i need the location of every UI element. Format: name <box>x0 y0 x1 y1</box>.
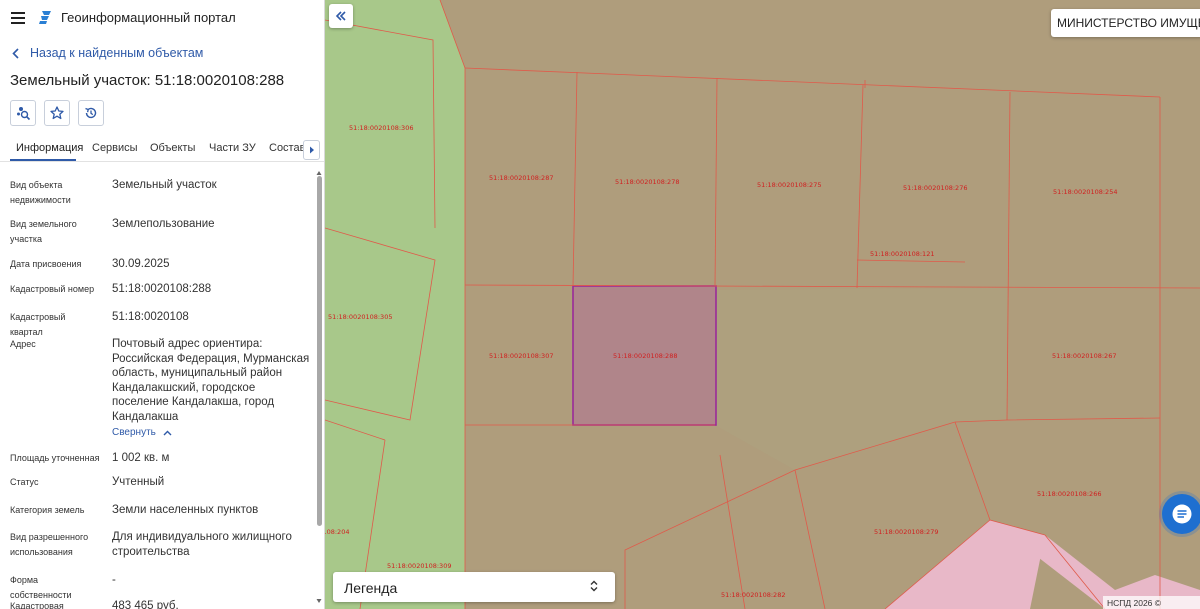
parcel-label: 51:18:0020108:267 <box>1052 352 1116 360</box>
map-search-icon <box>17 107 31 121</box>
star-icon <box>50 106 64 120</box>
object-title: Земельный участок: 51:18:0020108:288 <box>10 72 285 89</box>
property-value: 51:18:0020108:288 <box>112 283 212 295</box>
property-label: Кадастровый квартал <box>10 312 66 337</box>
parcel-label: 51:18:0020108:254 <box>1053 188 1117 196</box>
tab-info[interactable]: Информация <box>16 142 83 154</box>
map-view[interactable]: 51:18:0020108:306 51:18:0020108:287 51:1… <box>325 0 1200 609</box>
favorite-button[interactable] <box>44 100 70 126</box>
property-label: Вид земельного участка <box>10 219 77 244</box>
property-label: Адрес <box>10 339 36 349</box>
portal-logo-icon <box>39 11 51 24</box>
property-value: 30.09.2025 <box>112 258 170 270</box>
property-value: Почтовый адрес ориентира: Российская Фед… <box>112 338 310 423</box>
property-value: Землепользование <box>112 218 215 230</box>
collapse-panel-button[interactable] <box>329 4 353 28</box>
caret-right-icon <box>309 146 314 154</box>
hamburger-icon[interactable] <box>11 12 25 24</box>
property-label: Площадь уточненная <box>10 453 100 463</box>
parcel-label: 51:18:0020108:279 <box>874 528 938 536</box>
history-button[interactable] <box>78 100 104 126</box>
properties-list: Вид объекта недвижимости Земельный участ… <box>0 162 318 609</box>
tab-services[interactable]: Сервисы <box>92 142 138 154</box>
legend-label: Легенда <box>344 580 398 596</box>
double-chevron-left-icon <box>335 11 346 21</box>
tabs-scroll-right-button[interactable] <box>303 140 320 160</box>
parcel-label: 51:18:0020108:287 <box>489 174 553 182</box>
app-root: Геоинформационный портал Назад к найденн… <box>0 0 1200 609</box>
tab-parts[interactable]: Части ЗУ <box>209 142 256 154</box>
address-collapse-link[interactable]: Свернуть <box>112 427 172 438</box>
top-bar: Геоинформационный портал <box>0 0 324 36</box>
property-value: - <box>112 574 116 586</box>
collapse-link-label: Свернуть <box>112 427 156 438</box>
property-value: 51:18:0020108 <box>112 311 189 323</box>
parcel-label: 51:18:0020108:275 <box>757 181 821 189</box>
property-value: Земельный участок <box>112 179 217 191</box>
back-link-label: Назад к найденным объектам <box>30 46 204 60</box>
map-search-button[interactable] <box>10 100 36 126</box>
parcel-label: 51:18:0020108:278 <box>615 178 679 186</box>
scroll-down-arrow-icon[interactable] <box>316 598 322 604</box>
chevron-left-icon <box>12 47 19 59</box>
property-label: Статус <box>10 477 39 487</box>
scrollbar-thumb[interactable] <box>317 176 322 526</box>
property-value: Учтенный <box>112 476 165 488</box>
sort-arrows-icon <box>590 580 598 592</box>
property-label: Кадастровая стоимость <box>10 601 64 609</box>
organization-selector[interactable]: МИНИСТЕРСТВО ИМУЩЕС... <box>1051 9 1200 37</box>
property-label: Кадастровый номер <box>10 284 95 294</box>
history-icon <box>85 107 97 119</box>
chat-bubble-icon <box>1172 504 1192 524</box>
parcel-label: 51:18:0020108:276 <box>903 184 967 192</box>
property-label: Вид разрешенного использования <box>10 532 89 557</box>
parcel-label: 51:18:0020108:306 <box>349 124 413 132</box>
property-label: Вид объекта недвижимости <box>10 180 71 205</box>
property-label: Дата присвоения <box>10 259 82 269</box>
active-tab-indicator <box>10 159 76 161</box>
tab-composition[interactable]: Состав <box>269 142 305 154</box>
legend-dropdown[interactable]: Легенда <box>333 572 615 602</box>
property-label: Категория земель <box>10 505 85 515</box>
property-value: Для индивидуального жилищного строительс… <box>112 531 292 558</box>
parcel-label: 51:18:0020108:204 <box>325 528 349 536</box>
parcel-label: 51:18:0020108:305 <box>328 313 392 321</box>
property-value: 483 465 руб. <box>112 600 179 609</box>
parcel-label: 51:18:0020108:309 <box>387 562 451 570</box>
info-panel: Геоинформационный портал Назад к найденн… <box>0 0 325 609</box>
parcel-label: 51:18:0020108:121 <box>870 250 934 258</box>
parcel-label: 51:18:0020108:282 <box>721 591 785 599</box>
chevron-up-icon <box>163 430 172 435</box>
parcel-label: 51:18:0020108:266 <box>1037 490 1101 498</box>
back-to-results-link[interactable]: Назад к найденным объектам <box>12 46 203 60</box>
property-value: Земли населенных пунктов <box>112 504 259 516</box>
panel-scrollbar[interactable] <box>316 170 322 606</box>
map-copyright: НСПД 2026 © <box>1103 596 1200 609</box>
tab-bar: Информация Сервисы Объекты Части ЗУ Сост… <box>0 136 324 162</box>
tab-objects[interactable]: Объекты <box>150 142 195 154</box>
cadastral-map[interactable]: 51:18:0020108:306 51:18:0020108:287 51:1… <box>325 0 1200 609</box>
property-value: 1 002 кв. м <box>112 452 170 464</box>
parcel-label: 51:18:0020108:288 <box>613 352 677 360</box>
chat-button[interactable] <box>1162 494 1200 534</box>
app-title: Геоинформационный портал <box>61 10 236 25</box>
parcel-label: 51:18:0020108:307 <box>489 352 553 360</box>
